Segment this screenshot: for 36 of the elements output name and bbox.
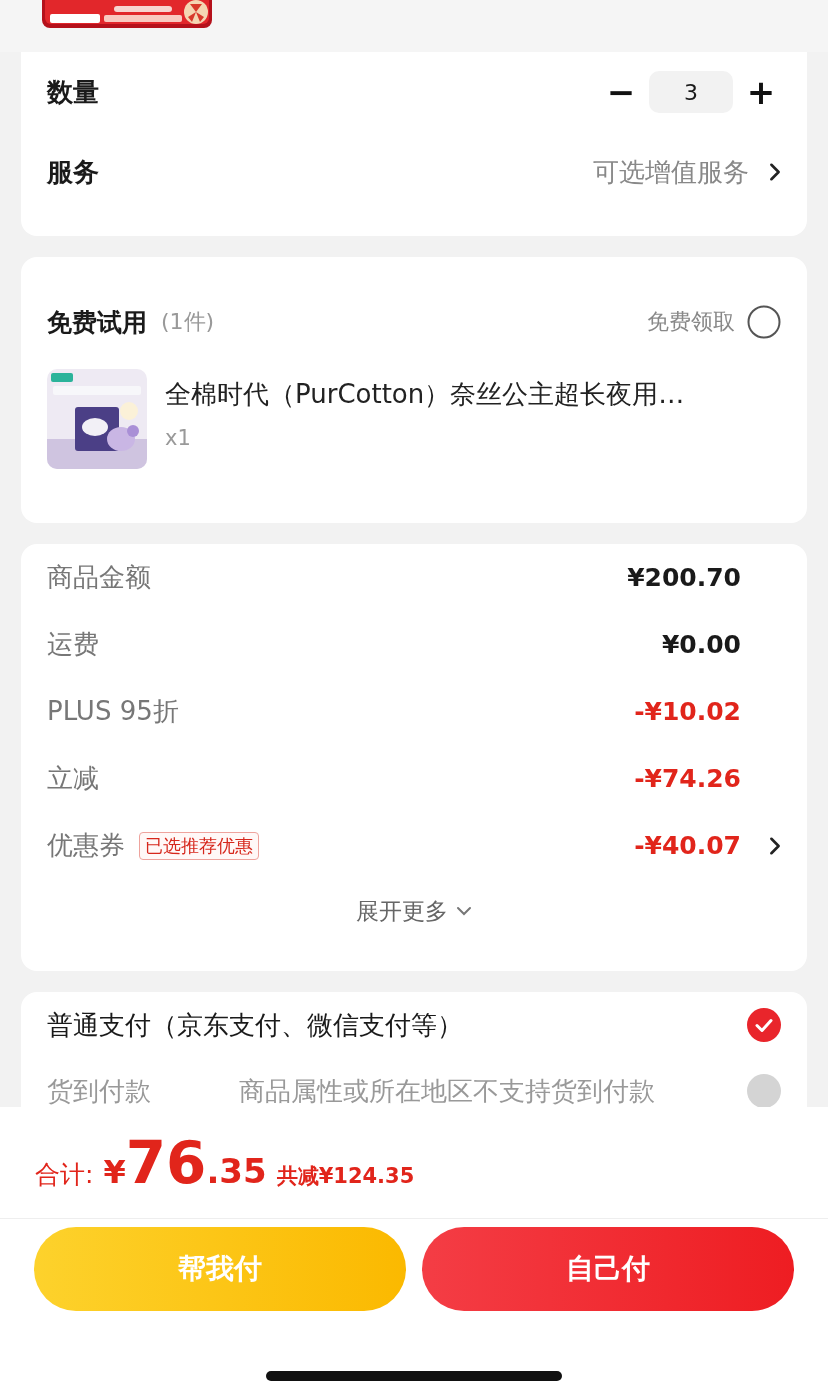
- total-amount: 76: [125, 1129, 207, 1197]
- total-decimal: .35: [206, 1151, 267, 1191]
- payment-option[interactable]: 普通支付（京东支付、微信支付等）: [47, 1007, 463, 1043]
- amount-value: ¥200.70: [627, 563, 741, 592]
- service-label: 服务: [47, 155, 99, 189]
- chevron-down-icon: [456, 906, 472, 916]
- section-title: 免费试用: [47, 306, 147, 339]
- product-name[interactable]: 全棉时代（PurCotton）奈丝公主超长夜用…: [165, 377, 685, 412]
- increase-button[interactable]: +: [741, 72, 781, 112]
- summary-label: 立减: [47, 762, 99, 795]
- decrease-button[interactable]: −: [601, 72, 641, 112]
- summary-label: PLUS 95折: [47, 695, 179, 728]
- pay-button[interactable]: 自己付: [422, 1227, 794, 1311]
- item-count: (1件): [161, 308, 215, 336]
- quantity-field[interactable]: 3: [649, 71, 733, 113]
- checked-radio-icon[interactable]: [747, 1008, 781, 1042]
- summary-label: 运费: [47, 628, 99, 661]
- currency-symbol: ¥: [103, 1153, 126, 1191]
- product-quantity: x1: [165, 426, 192, 450]
- quantity-label: 数量: [47, 75, 99, 109]
- discount-tag: 已选推荐优惠: [139, 831, 259, 860]
- claim-label[interactable]: 免费领取: [647, 307, 735, 337]
- chevron-right-icon: [769, 835, 781, 856]
- amount-value: -¥74.26: [634, 764, 741, 793]
- payment-note: 商品属性或所在地区不支持货到付款: [239, 1074, 655, 1107]
- expand-more-link[interactable]: 展开更多: [356, 895, 448, 927]
- total-savings: 共减¥124.35: [276, 1163, 415, 1190]
- summary-label: 优惠券: [47, 829, 125, 862]
- amount-value: -¥40.07: [634, 831, 741, 860]
- amount-value: ¥0.00: [661, 630, 741, 659]
- amount-value: -¥10.02: [634, 697, 741, 726]
- service-link[interactable]: 可选增值服务: [593, 154, 749, 190]
- total-label: 合计:: [35, 1159, 94, 1191]
- summary-label: 商品金额: [47, 561, 151, 594]
- chevron-right-icon: [769, 162, 781, 182]
- radio-icon[interactable]: [747, 305, 781, 339]
